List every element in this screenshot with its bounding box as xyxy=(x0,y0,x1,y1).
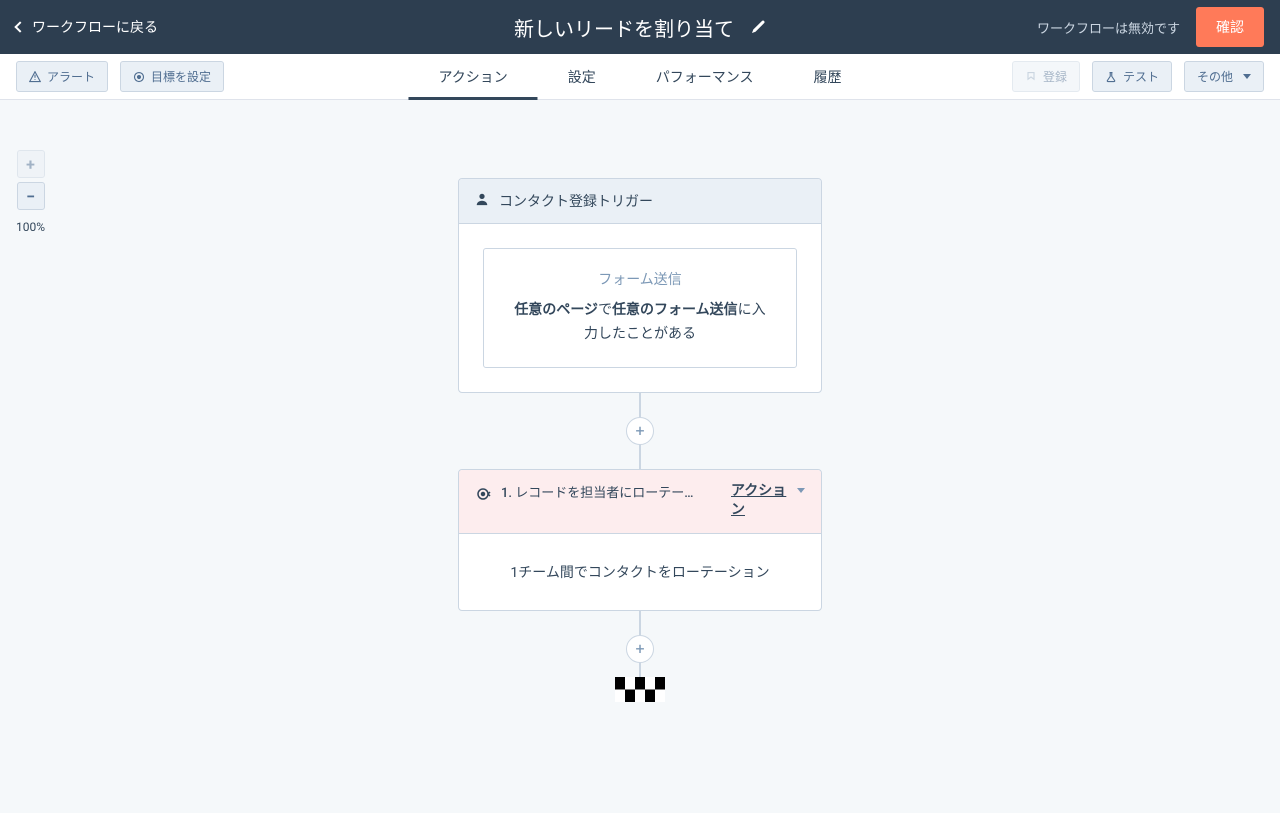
test-button[interactable]: テスト xyxy=(1092,61,1172,92)
trigger-card[interactable]: コンタクト登録トリガー フォーム送信 任意のページで任意のフォーム送信に入力した… xyxy=(458,178,822,393)
confirm-button[interactable]: 確認 xyxy=(1196,7,1264,47)
tab-actions[interactable]: アクション xyxy=(408,54,537,99)
zoom-in-button: + xyxy=(17,150,45,178)
register-icon xyxy=(1025,71,1037,83)
trigger-condition-box[interactable]: フォーム送信 任意のページで任意のフォーム送信に入力したことがある xyxy=(483,248,797,368)
workflow-canvas: + − 100% コンタクト登録トリガー フォーム送信 任意のページで任意のフォ… xyxy=(0,100,1280,813)
caret-down-icon[interactable] xyxy=(797,488,805,493)
trigger-header-label: コンタクト登録トリガー xyxy=(499,191,653,211)
trigger-subtitle: フォーム送信 xyxy=(508,269,772,289)
edit-title-icon[interactable] xyxy=(750,19,766,35)
workflow-end-flag xyxy=(615,677,665,706)
back-to-workflows[interactable]: ワークフローに戻る xyxy=(16,17,158,37)
zoom-level: 100% xyxy=(16,220,45,234)
connector-line xyxy=(639,611,641,635)
action-body-text: 1チーム間でコンタクトをローテーション xyxy=(459,534,821,610)
caret-down-icon xyxy=(1243,74,1251,79)
rotate-icon xyxy=(475,486,491,506)
back-label: ワークフローに戻る xyxy=(32,17,158,37)
add-action-button-2[interactable]: + xyxy=(626,635,654,663)
trigger-card-header: コンタクト登録トリガー xyxy=(459,179,821,224)
action-menu-link[interactable]: アクション xyxy=(731,482,787,521)
connector-line xyxy=(639,445,641,469)
flask-icon xyxy=(1105,71,1117,83)
action-card-header: 1. レコードを担当者にローテー… アクション xyxy=(459,470,821,534)
tab-history[interactable]: 履歴 xyxy=(784,54,872,99)
chevron-left-icon xyxy=(14,21,25,32)
trigger-condition-text: 任意のページで任意のフォーム送信に入力したことがある xyxy=(508,299,772,347)
more-button[interactable]: その他 xyxy=(1184,61,1264,92)
connector-line xyxy=(639,393,641,417)
action-title: 1. レコードを担当者にローテー… xyxy=(501,482,721,501)
connector-line xyxy=(639,663,641,677)
contact-icon xyxy=(475,192,489,210)
alerts-button[interactable]: アラート xyxy=(16,61,108,92)
register-button: 登録 xyxy=(1012,61,1080,92)
page-title: 新しいリードを割り当て xyxy=(514,13,734,42)
workflow-status: ワークフローは無効です xyxy=(1037,18,1180,37)
zoom-out-button[interactable]: − xyxy=(17,182,45,210)
tab-settings[interactable]: 設定 xyxy=(538,54,626,99)
add-action-button-1[interactable]: + xyxy=(626,417,654,445)
action-card-1[interactable]: 1. レコードを担当者にローテー… アクション 1チーム間でコンタクトをローテー… xyxy=(458,469,822,611)
target-icon xyxy=(133,71,145,83)
alert-icon xyxy=(29,71,41,83)
tab-performance[interactable]: パフォーマンス xyxy=(626,54,784,99)
set-goals-button[interactable]: 目標を設定 xyxy=(120,61,224,92)
